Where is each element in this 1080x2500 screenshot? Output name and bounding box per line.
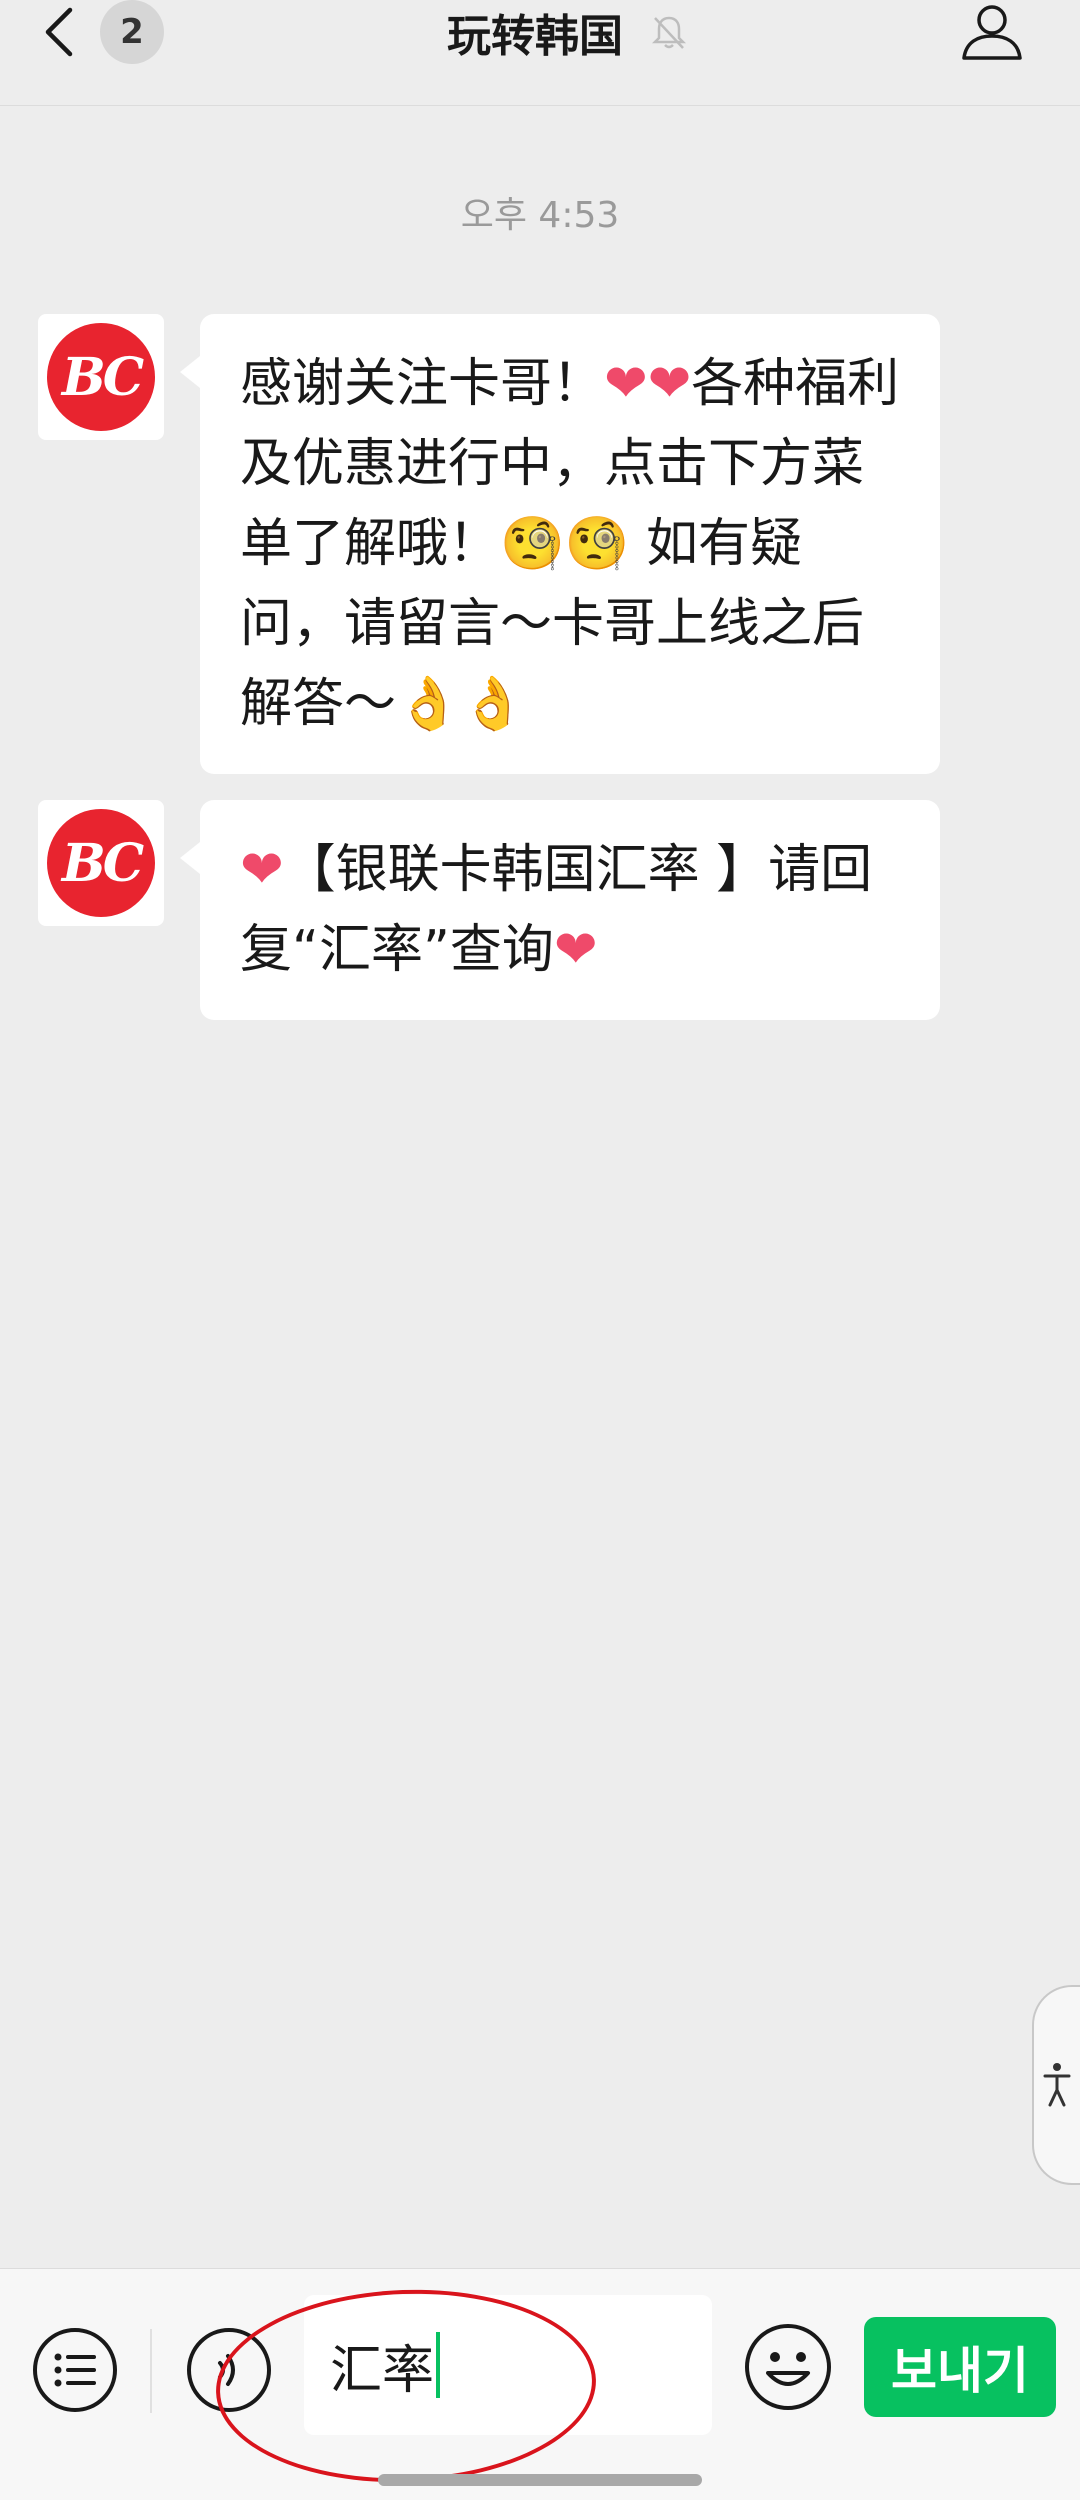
list-icon[interactable]	[30, 2325, 120, 2415]
message-bubble[interactable]: 感谢关注卡哥！❤❤各种福利及优惠进行中，点击下方菜单了解哦！🧐🧐 如有疑问，请留…	[180, 314, 940, 774]
avatar[interactable]: BC	[38, 800, 164, 926]
heart-emoji: ❤	[553, 920, 598, 980]
profile-icon[interactable]	[960, 0, 1024, 64]
chevron-left-icon	[45, 7, 73, 57]
accessibility-button[interactable]	[1032, 1985, 1080, 2185]
back-button[interactable]: 2	[40, 0, 180, 64]
divider	[150, 2329, 152, 2413]
avatar[interactable]: BC	[38, 314, 164, 440]
unread-count-badge: 2	[100, 0, 164, 64]
message-row: BC 感谢关注卡哥！❤❤各种福利及优惠进行中，点击下方菜单了解哦！🧐🧐 如有疑问…	[38, 314, 940, 774]
accessibility-icon	[1043, 2063, 1071, 2107]
heart-emoji: ❤	[240, 840, 284, 900]
avatar-logo: BC	[47, 809, 155, 917]
message-row: BC ❤【银联卡韩国汇率 】请回复“汇率”查询❤	[38, 800, 940, 1020]
chat-screen: 2 玩转韩国 오후 4:53 BC 感谢关注卡哥！❤❤各种福利及优惠进行中，点击…	[0, 0, 1080, 2500]
avatar-logo: BC	[47, 323, 155, 431]
home-indicator[interactable]	[378, 2474, 702, 2486]
message-timestamp: 오후 4:53	[460, 195, 620, 236]
smiley-icon[interactable]	[742, 2321, 834, 2413]
send-button[interactable]: 보내기	[864, 2317, 1056, 2417]
heart-emoji: ❤❤	[604, 354, 692, 414]
page-title: 玩转韩国	[447, 11, 623, 62]
thinking-face-emoji: 🧐🧐	[500, 514, 630, 574]
message-bubble[interactable]: ❤【银联卡韩国汇率 】请回复“汇率”查询❤	[180, 800, 940, 1020]
top-bar: 2 玩转韩国	[0, 0, 1080, 106]
bell-off-icon	[651, 16, 687, 49]
message-text: 感谢关注卡哥！	[240, 354, 605, 414]
hand-emoji: 👌👌	[396, 674, 526, 734]
